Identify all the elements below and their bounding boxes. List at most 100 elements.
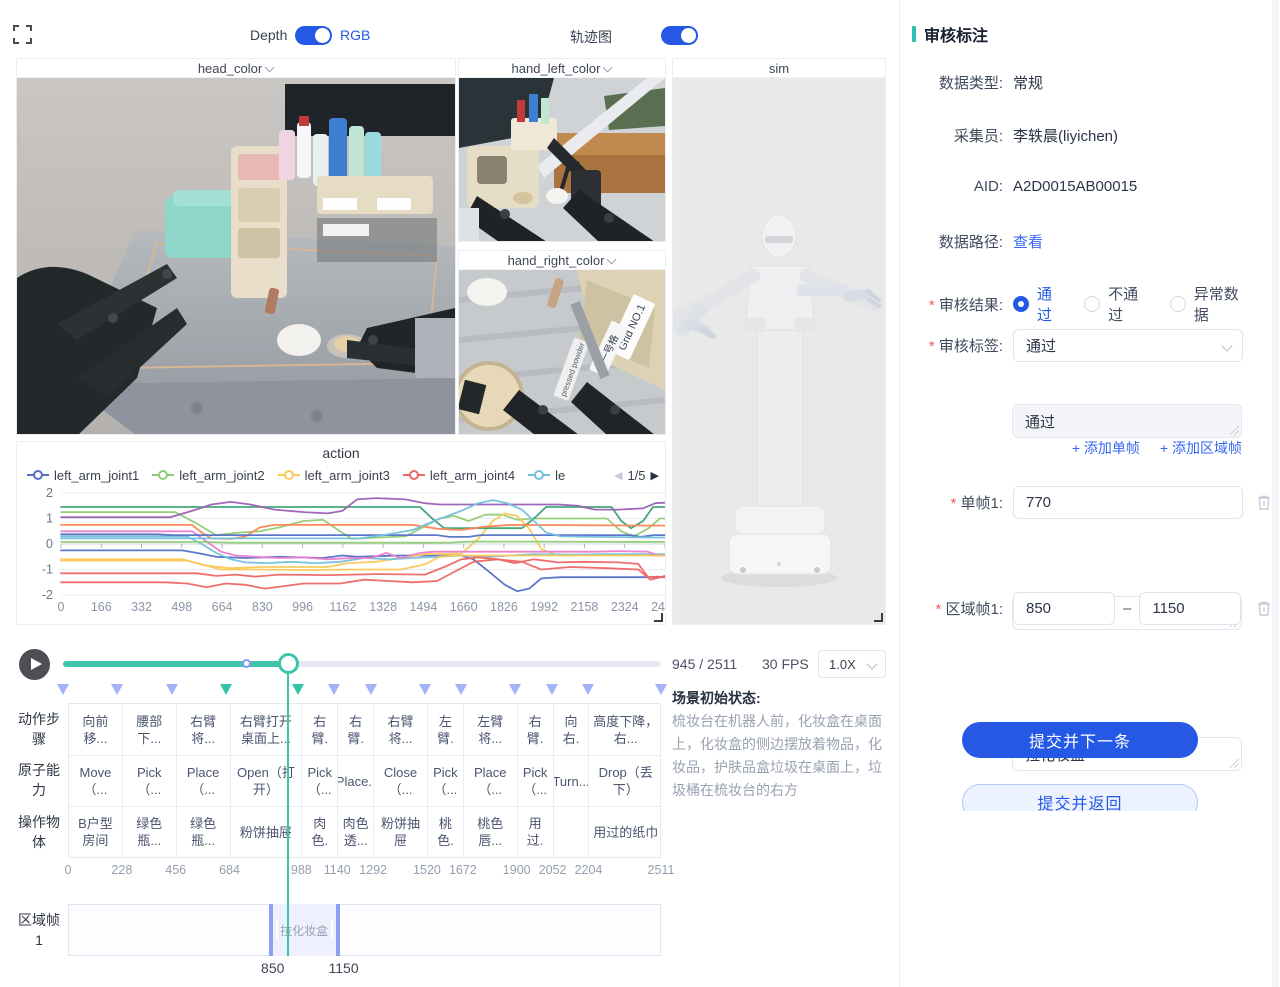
region-frame-track[interactable]: 拉化妆盒 — [68, 904, 661, 956]
region-frame-block[interactable]: 拉化妆盒 — [269, 904, 340, 956]
skill-cell[interactable]: Place（... — [177, 756, 231, 806]
submit-next-button[interactable]: 提交并下一条 — [962, 722, 1198, 758]
skill-cell[interactable]: Close（... — [374, 756, 428, 806]
hand-right-camera-header[interactable]: hand_right_color — [459, 251, 665, 270]
trajectory-toggle[interactable] — [661, 26, 698, 45]
play-button[interactable] — [19, 649, 50, 680]
region-start-input[interactable]: 850 — [1013, 592, 1115, 625]
segment-marker-triangle[interactable] — [328, 684, 340, 695]
object-cell[interactable]: 粉饼抽屉 — [231, 807, 303, 857]
step-cell[interactable]: 向右. — [554, 704, 590, 755]
resize-handle-icon[interactable] — [873, 612, 883, 622]
legend-item[interactable]: left_arm_joint1 — [27, 468, 139, 483]
step-cell[interactable]: 向前移... — [69, 704, 123, 755]
step-cell[interactable]: 右臂. — [302, 704, 338, 755]
segment-marker-triangle[interactable] — [546, 684, 558, 695]
radio-fail[interactable] — [1084, 296, 1100, 312]
step-cell[interactable]: 右臂打开桌面上... — [231, 704, 303, 755]
segment-marker-triangle[interactable] — [57, 684, 69, 695]
skill-cell[interactable]: Turn... — [554, 756, 590, 806]
fullscreen-icon[interactable] — [13, 25, 32, 44]
segment-marker-triangle[interactable] — [292, 684, 304, 695]
legend-item[interactable]: le — [528, 468, 565, 483]
region-left-handle[interactable] — [276, 919, 278, 939]
segment-marker-triangle[interactable] — [509, 684, 521, 695]
skill-cell[interactable]: Open（打开） — [231, 756, 303, 806]
head-camera-image — [17, 78, 455, 434]
skill-cell[interactable]: Place（... — [464, 756, 518, 806]
region-end-input[interactable]: 1150 — [1139, 592, 1241, 625]
radio-fail-label[interactable]: 不通过 — [1108, 283, 1152, 325]
radio-abnormal-label[interactable]: 异常数据 — [1194, 283, 1252, 325]
object-cell[interactable] — [554, 807, 590, 857]
skill-cell[interactable]: Pick（... — [302, 756, 338, 806]
segment-marker-triangle[interactable] — [365, 684, 377, 695]
skill-cell[interactable]: Drop（丢下） — [589, 756, 662, 806]
segment-marker-triangle[interactable] — [655, 684, 667, 695]
legend-prev-icon[interactable]: ◀ — [614, 469, 622, 482]
object-cell[interactable]: 用过的纸巾 — [589, 807, 662, 857]
scene-initial-state-text: 梳妆台在机器人前，化妆盒在桌面上，化妆盒的侧边摆放着物品，化妆品，护肤品盒垃圾在… — [672, 710, 894, 802]
object-cell[interactable]: 用过. — [518, 807, 554, 857]
svg-text:2: 2 — [46, 487, 53, 500]
resize-grip-icon[interactable] — [1230, 759, 1239, 768]
step-cell[interactable]: 左臂. — [428, 704, 464, 755]
step-cell[interactable]: 腰部下... — [123, 704, 177, 755]
step-cell[interactable]: 右臂将... — [177, 704, 231, 755]
svg-text:0: 0 — [58, 600, 65, 614]
skill-cell[interactable]: Move（... — [69, 756, 123, 806]
legend-item[interactable]: left_arm_joint3 — [278, 468, 390, 483]
single-frame-input[interactable]: 770 — [1013, 486, 1243, 519]
review-tag-note[interactable]: 通过 — [1012, 404, 1242, 438]
object-cell[interactable]: B户型房间 — [69, 807, 123, 857]
region-right-handle[interactable] — [331, 919, 333, 939]
head-camera-header[interactable]: head_color — [17, 59, 455, 78]
legend-item[interactable]: left_arm_joint4 — [403, 468, 515, 483]
skill-cell[interactable]: Pick（... — [428, 756, 464, 806]
delete-region-frame-icon[interactable] — [1256, 600, 1272, 617]
hand-left-camera-header[interactable]: hand_left_color — [459, 59, 665, 78]
radio-abnormal[interactable] — [1170, 296, 1186, 312]
step-cell[interactable]: 高度下降，右... — [589, 704, 662, 755]
right-panel-scrollbar[interactable] — [1272, 0, 1279, 987]
object-cell[interactable]: 肉色透... — [338, 807, 374, 857]
object-cell[interactable]: 桃色唇... — [464, 807, 518, 857]
skill-cell[interactable]: Place.. — [338, 756, 374, 806]
segment-marker-triangle[interactable] — [582, 684, 594, 695]
radio-pass[interactable] — [1013, 296, 1029, 312]
delete-single-frame-icon[interactable] — [1256, 494, 1272, 511]
step-cell[interactable]: 右臂. — [338, 704, 374, 755]
depth-rgb-toggle[interactable] — [295, 26, 332, 45]
segment-marker-triangle[interactable] — [166, 684, 178, 695]
submit-return-button[interactable]: 提交并返回 — [962, 784, 1198, 811]
object-cell[interactable]: 绿色瓶... — [123, 807, 177, 857]
data-path-view-link[interactable]: 查看 — [1013, 231, 1043, 252]
object-cell[interactable]: 桃色. — [428, 807, 464, 857]
review-tag-select[interactable]: 通过 — [1013, 329, 1243, 362]
legend-next-icon[interactable]: ▶ — [651, 469, 659, 482]
add-single-frame-link[interactable]: + 添加单帧 — [1072, 438, 1140, 458]
row-label-objects: 操作物体 — [16, 806, 62, 858]
step-cell[interactable]: 左臂将... — [464, 704, 518, 755]
step-cell[interactable]: 右臂. — [518, 704, 554, 755]
svg-text:1660: 1660 — [450, 600, 478, 614]
skill-cell[interactable]: Pick（... — [518, 756, 554, 806]
segment-marker-triangle[interactable] — [455, 684, 467, 695]
segment-marker-triangle[interactable] — [220, 684, 232, 695]
step-cell[interactable]: 右臂将... — [374, 704, 428, 755]
segment-marker-triangle[interactable] — [111, 684, 123, 695]
radio-pass-label[interactable]: 通过 — [1037, 283, 1066, 325]
resize-handle-icon[interactable] — [653, 612, 663, 622]
chevron-down-icon — [608, 254, 616, 262]
playback-slider-handle[interactable] — [278, 653, 299, 674]
playback-slider[interactable] — [63, 661, 661, 667]
legend-item[interactable]: left_arm_joint2 — [152, 468, 264, 483]
object-cell[interactable]: 粉饼抽屉 — [374, 807, 428, 857]
resize-grip-icon[interactable] — [1230, 426, 1239, 435]
speed-select[interactable]: 1.0X — [818, 650, 886, 678]
object-cell[interactable]: 肉色. — [302, 807, 338, 857]
segment-marker-triangle[interactable] — [419, 684, 431, 695]
skill-cell[interactable]: Pick（... — [123, 756, 177, 806]
object-cell[interactable]: 绿色瓶... — [177, 807, 231, 857]
add-region-frame-link[interactable]: + 添加区域帧 — [1160, 438, 1242, 458]
